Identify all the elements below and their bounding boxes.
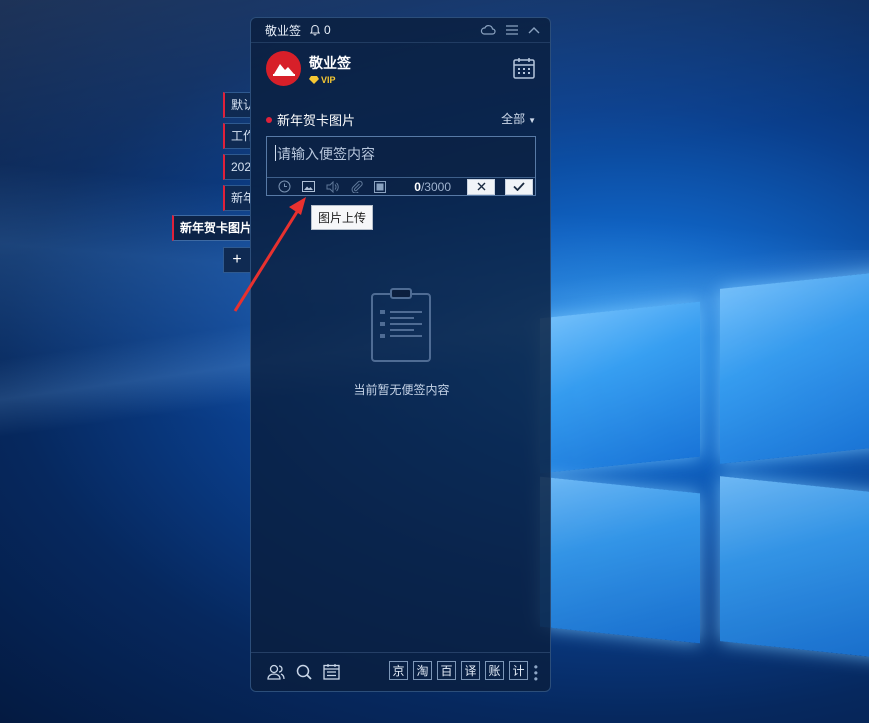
quick-calculator-button[interactable]: 计 — [509, 661, 528, 680]
speaker-icon — [326, 180, 339, 193]
add-category-button[interactable]: + — [223, 247, 251, 273]
titlebar: 敬业签 0 — [251, 18, 550, 43]
bell-icon — [309, 24, 321, 36]
image-icon — [301, 181, 315, 192]
quick-translate-button[interactable]: 译 — [461, 661, 480, 680]
current-category: 新年贺卡图片 — [266, 110, 355, 129]
side-tab-label: 新年贺卡图片 — [180, 221, 251, 235]
char-counter: 0/3000 — [414, 180, 451, 194]
quick-jd-button[interactable]: 京 — [389, 661, 408, 680]
side-tab-work[interactable]: 工作 — [223, 123, 251, 149]
stop-button[interactable] — [373, 180, 387, 194]
profile-name: 敬业签 — [309, 54, 351, 71]
quick-ledger-button[interactable]: 账 — [485, 661, 504, 680]
windows-logo — [530, 260, 869, 659]
char-limit: /3000 — [420, 179, 451, 194]
avatar[interactable] — [266, 51, 301, 86]
more-options-icon[interactable]: • • • — [534, 661, 538, 685]
notification-count: 0 — [324, 23, 331, 37]
text-cursor — [275, 145, 276, 161]
quick-baidu-button[interactable]: 百 — [437, 661, 456, 680]
char-count: 0 — [414, 179, 421, 194]
contacts-icon[interactable] — [267, 663, 285, 681]
schedule-icon[interactable] — [323, 663, 340, 680]
side-tab-label: 2020 — [231, 160, 251, 174]
menu-icon[interactable] — [506, 25, 518, 35]
note-input-box[interactable]: 请输入便签内容 0/3000 — [266, 136, 536, 196]
calendar-icon[interactable] — [512, 56, 536, 80]
filter-label: 全部 — [501, 112, 526, 126]
close-icon — [477, 182, 485, 191]
quick-taobao-button[interactable]: 淘 — [413, 661, 432, 680]
side-tab-label: 默认 — [231, 98, 250, 112]
check-icon — [513, 182, 525, 191]
image-upload-tooltip: 图片上传 — [311, 205, 374, 230]
footer-toolbar: 京 淘 百 译 账 计 • • • — [251, 652, 550, 691]
cancel-button[interactable] — [467, 178, 495, 195]
category-dot — [266, 116, 272, 123]
square-icon — [374, 180, 386, 193]
current-category-label: 新年贺卡图片 — [277, 113, 356, 128]
logo-icon — [272, 63, 295, 76]
empty-state-text: 当前暂无便签内容 — [353, 383, 450, 397]
input-toolbar: 0/3000 — [267, 177, 535, 195]
chevron-down-icon: ▼ — [528, 116, 536, 125]
side-tab-default[interactable]: 默认 — [223, 92, 251, 118]
vip-badge: VIP — [309, 75, 351, 85]
app-title: 敬业签 — [265, 23, 302, 38]
notification-button[interactable]: 0 — [309, 23, 331, 37]
audio-button[interactable] — [325, 180, 339, 194]
reminder-button[interactable] — [277, 180, 291, 194]
side-tab-label: 工作 — [231, 129, 250, 143]
diamond-icon — [309, 75, 319, 84]
side-tab-label: 新年 — [231, 191, 250, 205]
clock-icon — [278, 180, 290, 193]
sticky-notes-window: 敬业签 0 敬业签 VIP 新年贺卡图片 全部 ▼ 请输入便签内容 0/3000… — [250, 17, 551, 692]
side-tab-new-year[interactable]: 新年 — [223, 185, 251, 211]
side-tab-2020[interactable]: 2020 — [223, 154, 251, 180]
side-tab-new-year-cards[interactable]: 新年贺卡图片 — [172, 215, 251, 241]
clipboard-icon — [371, 288, 431, 362]
confirm-button[interactable] — [505, 178, 533, 195]
vip-label: VIP — [321, 74, 336, 85]
attachment-button[interactable] — [349, 180, 363, 194]
profile-block[interactable]: 敬业签 VIP — [266, 51, 351, 86]
note-input-placeholder[interactable]: 请输入便签内容 — [277, 144, 375, 164]
search-icon[interactable] — [295, 663, 313, 681]
cloud-sync-icon[interactable] — [480, 24, 496, 36]
chevron-up-icon[interactable] — [528, 26, 540, 34]
image-upload-button[interactable] — [301, 180, 315, 194]
paperclip-icon — [351, 180, 363, 193]
filter-dropdown[interactable]: 全部 ▼ — [501, 110, 536, 127]
